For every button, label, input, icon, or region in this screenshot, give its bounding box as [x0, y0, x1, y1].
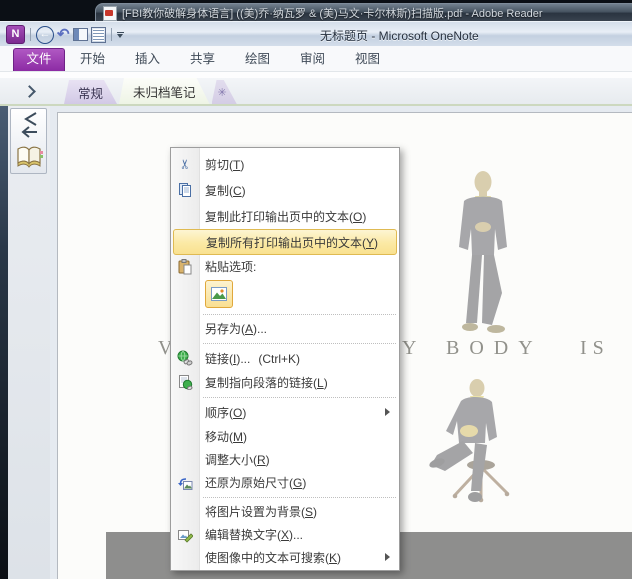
expand-notebooks-chevron-icon[interactable]	[23, 85, 36, 98]
menu-item-label: 剪切(T)	[205, 156, 244, 173]
toolbar-separator	[111, 28, 112, 41]
new-section-button[interactable]: ✳	[212, 80, 237, 104]
onenote-logo-icon[interactable]: N	[6, 25, 25, 44]
full-page-view-button[interactable]	[91, 27, 106, 43]
menu-separator	[203, 497, 396, 498]
cover-word-body: BODY	[446, 337, 543, 360]
menu-item-label: 还原为原始尺寸(G)	[205, 474, 306, 491]
ribbon-tab-file[interactable]: 文件	[13, 48, 65, 71]
undo-button[interactable]: ↶	[57, 27, 70, 43]
menu-item-save-as[interactable]: 另存为(A)...	[171, 317, 399, 340]
menu-item-label: 编辑替换文字(X)...	[205, 526, 303, 543]
new-section-icon: ✳	[218, 86, 227, 99]
menu-item-set-picture-as-background[interactable]: 将图片设置为背景(S)	[171, 500, 399, 523]
menu-item-label: 另存为(A)...	[205, 320, 267, 337]
toolbar-separator	[30, 28, 31, 41]
desktop-edge	[0, 106, 8, 579]
section-tab-unfiled-notes[interactable]: 未归档笔记	[119, 78, 210, 104]
quick-access-toolbar: N ← ↶	[6, 25, 124, 44]
copy-icon	[177, 182, 193, 198]
chevron-down-icon	[117, 34, 123, 38]
undo-icon: ↶	[57, 26, 70, 43]
menu-item-order[interactable]: 顺序(O)	[171, 400, 399, 424]
background-window-glass[interactable]: [FBI教你破解身体语言] ((美)乔·纳瓦罗 & (美)马文·卡尔林斯)扫描版…	[95, 3, 632, 22]
menu-item-link[interactable]: 链接(I)...(Ctrl+K)	[171, 346, 399, 370]
menu-item-copy-all-text[interactable]: 复制所有打印输出页中的文本(Y)	[173, 229, 397, 255]
menu-item-move[interactable]: 移动(M)	[171, 424, 399, 448]
copy-link-icon	[177, 374, 193, 390]
link-icon	[177, 350, 193, 366]
menu-item-label: 复制(C)	[205, 182, 246, 199]
menu-item-label: 移动(M)	[205, 428, 247, 445]
notebook-icon	[14, 145, 44, 169]
context-menu: ✂ 剪切(T) 复制(C) 复制此打印输出页中的文本(O) 复制所有打印输出页中…	[170, 147, 400, 571]
window-title: 无标题页 - Microsoft OneNote	[320, 27, 479, 44]
menu-separator	[203, 397, 396, 398]
ribbon-tab-bar: 文件 开始 插入 共享 绘图 审阅 视图	[0, 46, 632, 72]
dock-window-icon	[73, 28, 88, 41]
paste-options-row	[171, 278, 399, 311]
collapse-arrows-icon	[17, 111, 41, 139]
ribbon-tab-review[interactable]: 审阅	[285, 47, 340, 71]
background-window-title: [FBI教你破解身体语言] ((美)乔·纳瓦罗 & (美)马文·卡尔林斯)扫描版…	[122, 5, 543, 21]
back-button[interactable]: ←	[36, 26, 54, 44]
menu-item-label: 复制此打印输出页中的文本(O)	[205, 208, 366, 225]
left-sidebar	[8, 106, 50, 579]
menu-item-label: 链接(I)...(Ctrl+K)	[205, 350, 300, 367]
menu-item-label: 顺序(O)	[205, 404, 246, 421]
pdf-icon	[103, 6, 117, 21]
menu-item-cut[interactable]: ✂ 剪切(T)	[171, 151, 399, 177]
menu-item-copy-paragraph-link[interactable]: 复制指向段落的链接(L)	[171, 370, 399, 394]
alt-text-icon	[177, 527, 193, 543]
collapse-page-tabs-button[interactable]	[11, 110, 46, 140]
back-arrow-icon: ←	[40, 28, 51, 40]
section-tab-bar: 常规 未归档笔记 ✳	[0, 78, 632, 106]
menu-separator	[203, 314, 396, 315]
customize-toolbar-button[interactable]	[117, 32, 124, 38]
background-window-titlebar[interactable]: [FBI教你破解身体语言] ((美)乔·纳瓦罗 & (美)马文·卡尔林斯)扫描版…	[0, 0, 632, 21]
titlebar[interactable]: N ← ↶ 无标题页 - Microsoft OneNote	[0, 21, 632, 47]
menu-item-copy-page-text[interactable]: 复制此打印输出页中的文本(O)	[171, 203, 399, 229]
document-icon	[91, 27, 106, 43]
menu-item-resize[interactable]: 调整大小(R)	[171, 448, 399, 471]
paste-picture-button[interactable]	[205, 280, 233, 308]
shortcut-text: (Ctrl+K)	[258, 352, 300, 366]
menu-separator	[203, 343, 396, 344]
paste-icon	[177, 259, 193, 275]
cover-letter: Y	[402, 337, 416, 360]
submenu-arrow-icon	[385, 408, 390, 416]
paste-picture-icon	[210, 286, 228, 302]
menu-item-restore-original-size[interactable]: 还原为原始尺寸(G)	[171, 471, 399, 494]
ribbon-tab-share[interactable]: 共享	[175, 47, 230, 71]
menu-item-paste-options: 粘贴选项:	[171, 255, 399, 278]
submenu-arrow-icon	[385, 553, 390, 561]
menu-item-edit-alt-text[interactable]: 编辑替换文字(X)...	[171, 523, 399, 546]
notebooks-button[interactable]	[11, 142, 46, 172]
cover-sitting-man-image	[429, 379, 521, 529]
notebook-nav-box	[10, 108, 47, 174]
ribbon-tab-home[interactable]: 开始	[65, 47, 120, 71]
menu-item-label: 将图片设置为背景(S)	[205, 503, 317, 520]
menu-item-label: 使图像中的文本可搜索(K)	[205, 549, 341, 566]
cover-standing-man-image	[446, 171, 520, 337]
menu-item-copy[interactable]: 复制(C)	[171, 177, 399, 203]
menu-item-make-text-searchable[interactable]: 使图像中的文本可搜索(K)	[171, 546, 399, 568]
ribbon-tab-insert[interactable]: 插入	[120, 47, 175, 71]
ribbon-tab-view[interactable]: 视图	[340, 47, 395, 71]
menu-item-label: 复制所有打印输出页中的文本(Y)	[206, 234, 378, 251]
ribbon-tab-draw[interactable]: 绘图	[230, 47, 285, 71]
menu-item-label: 复制指向段落的链接(L)	[205, 374, 328, 391]
cover-word-is: IS	[580, 337, 610, 360]
section-tab-general[interactable]: 常规	[64, 80, 117, 104]
cut-icon: ✂	[177, 159, 193, 170]
restore-size-icon	[177, 475, 193, 491]
menu-item-label: 粘贴选项:	[205, 258, 256, 275]
menu-item-label: 调整大小(R)	[205, 451, 270, 468]
dock-to-desktop-button[interactable]	[73, 28, 88, 41]
